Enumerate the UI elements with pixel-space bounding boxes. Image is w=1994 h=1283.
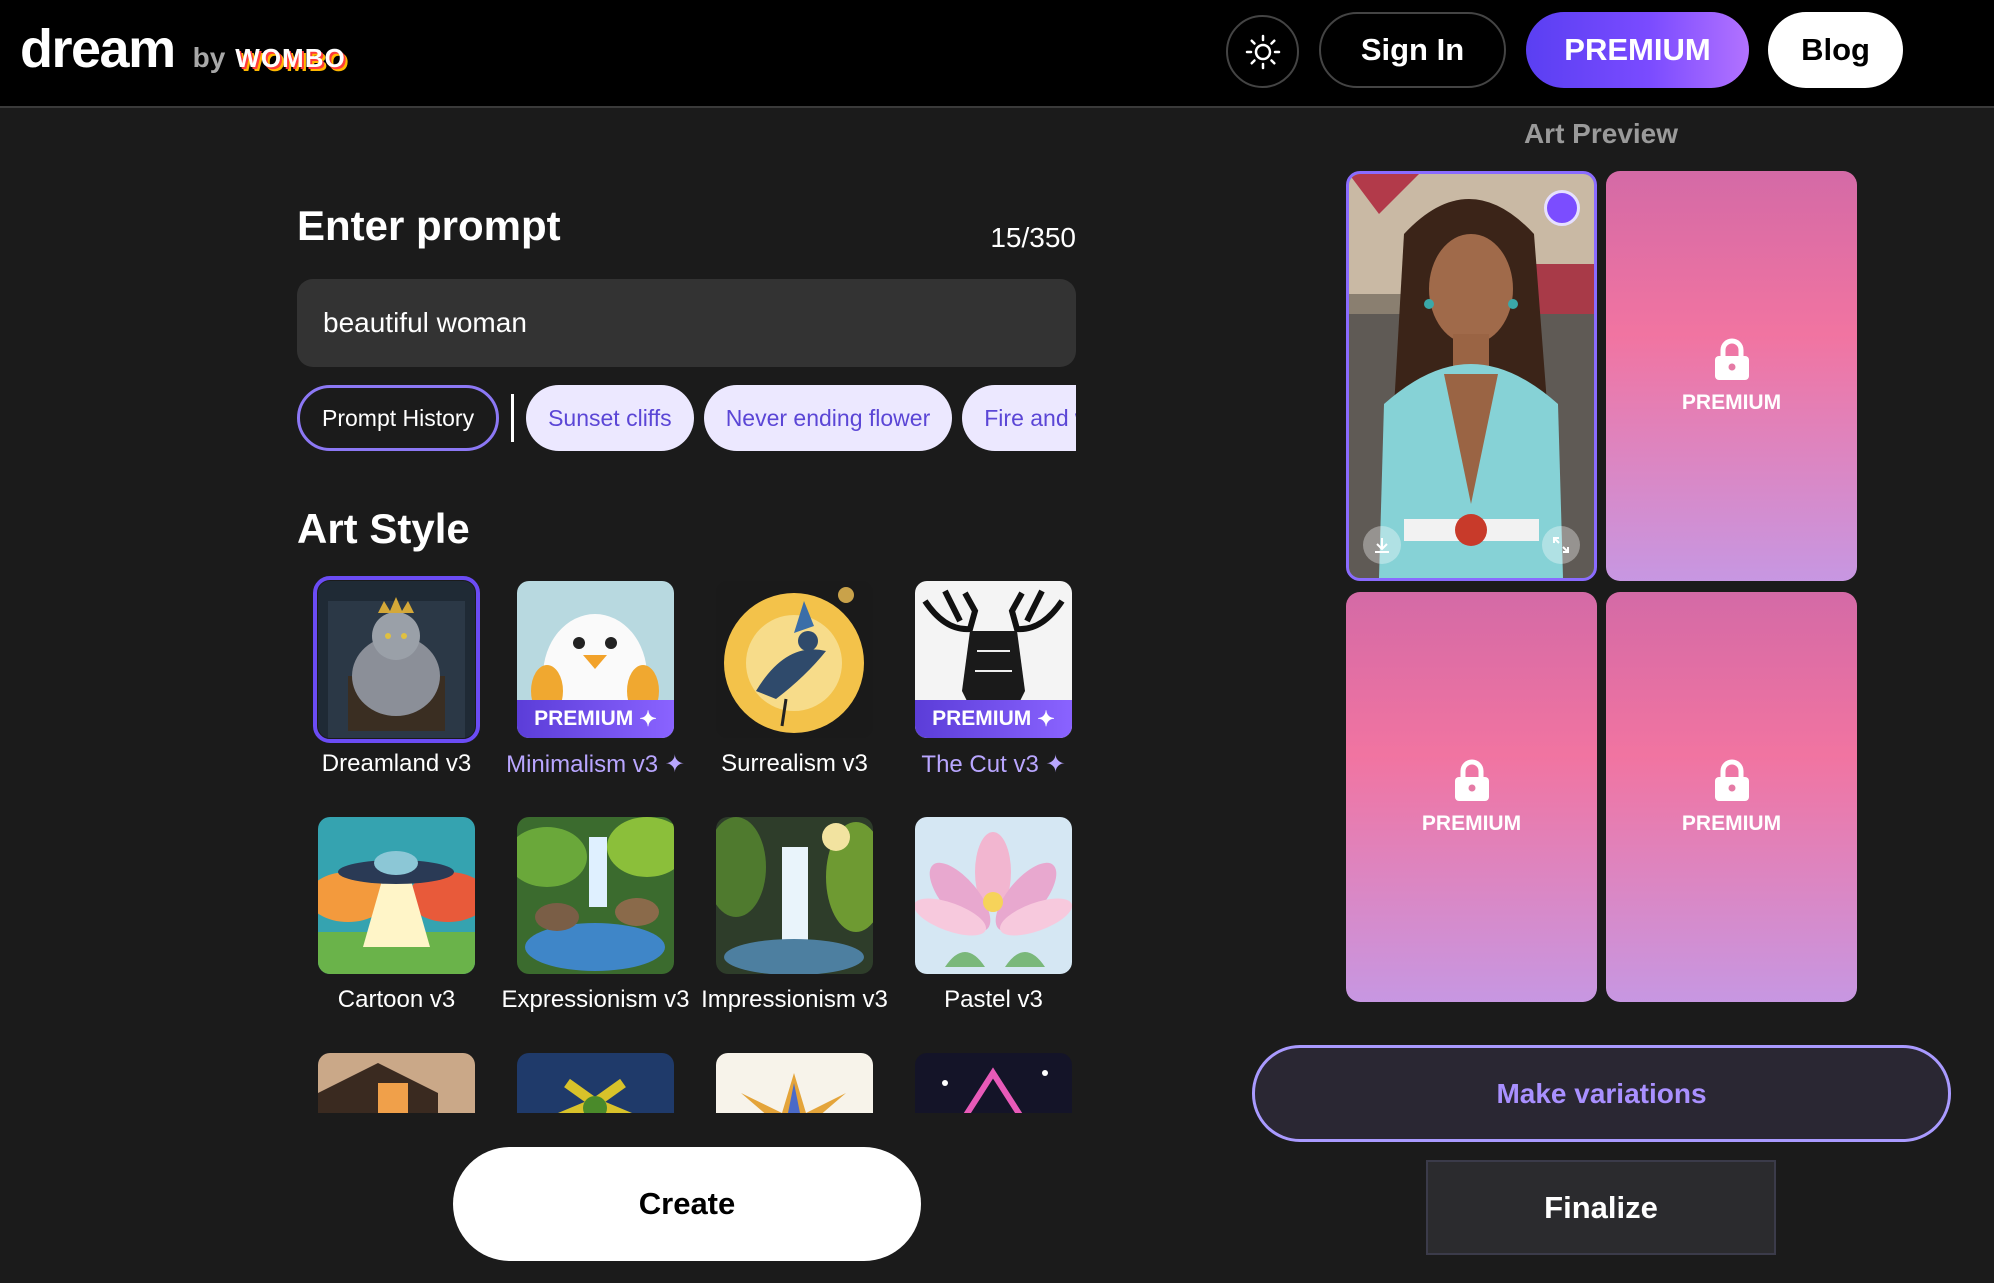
waterfall-image <box>517 817 674 974</box>
style-item-pastel[interactable]: Pastel v3 <box>894 817 1077 1014</box>
style-thumbnail <box>716 817 873 974</box>
sparkle-icon: ✦ <box>1037 707 1055 731</box>
art-style-grid: Dreamland v3 PREMIUM ✦ Minimalism v3 ✦ S… <box>297 575 1077 1113</box>
preview-result-card[interactable] <box>1346 171 1597 581</box>
style-item-expressionism[interactable]: Expressionism v3 <box>496 817 695 1014</box>
lock-icon <box>1454 759 1489 801</box>
style-thumbnail <box>915 1053 1072 1113</box>
logo-by-text: by <box>192 42 226 73</box>
style-thumbnail <box>318 1053 475 1113</box>
logo-wombo-text: WOMBO <box>235 43 346 73</box>
sparkle-icon: ✦ <box>639 707 657 731</box>
style-label: Pastel v3 <box>944 986 1043 1013</box>
style-item-cartoon[interactable]: Cartoon v3 <box>297 817 496 1014</box>
theme-toggle-button[interactable] <box>1226 15 1299 88</box>
suggestion-chip[interactable]: Sunset cliffs <box>526 385 694 451</box>
sun-icon <box>1245 34 1280 69</box>
style-thumbnail <box>517 817 674 974</box>
sign-in-button[interactable]: Sign In <box>1319 12 1506 88</box>
premium-badge-text: PREMIUM <box>932 707 1032 730</box>
style-thumbnail <box>716 1053 873 1113</box>
chip-divider <box>511 394 515 442</box>
lotus-image <box>915 817 1072 974</box>
style-item-row3-3[interactable] <box>695 1053 894 1113</box>
style-label-text: Minimalism v3 <box>506 751 659 778</box>
lock-icon <box>1714 759 1749 801</box>
ufo-image <box>318 817 475 974</box>
style-label: Dreamland v3 <box>321 750 472 777</box>
create-button[interactable]: Create <box>453 1147 921 1261</box>
style-thumbnail: PREMIUM ✦ <box>915 581 1072 738</box>
blog-button[interactable]: Blog <box>1768 12 1903 88</box>
style-label: Impressionism v3 <box>701 986 888 1013</box>
style-label: Surrealism v3 <box>721 750 868 777</box>
make-variations-button[interactable]: Make variations <box>1252 1045 1951 1142</box>
palm-image <box>517 1053 674 1113</box>
premium-badge: PREMIUM ✦ <box>517 700 674 738</box>
art-style-title: Art Style <box>297 505 470 552</box>
locked-premium-label: PREMIUM <box>1681 391 1782 414</box>
style-label: Expressionism v3 <box>501 986 690 1013</box>
locked-premium-label: PREMIUM <box>1681 812 1782 835</box>
forest-waterfall-image <box>716 817 873 974</box>
style-item-dreamland[interactable]: Dreamland v3 <box>297 576 496 778</box>
art-preview-title: Art Preview <box>1523 118 1679 149</box>
style-item-row3-1[interactable] <box>297 1053 496 1113</box>
expand-icon[interactable] <box>1542 526 1580 564</box>
locked-preview-card[interactable]: PREMIUM <box>1606 592 1857 1002</box>
style-thumbnail <box>915 817 1072 974</box>
style-item-impressionism[interactable]: Impressionism v3 <box>695 817 894 1014</box>
style-item-the-cut[interactable]: PREMIUM ✦ The Cut v3 ✦ <box>894 581 1077 779</box>
suggestion-chip[interactable]: Fire and water <box>962 385 1076 451</box>
cafe-image <box>318 1053 475 1113</box>
locked-preview-card[interactable]: PREMIUM <box>1606 171 1857 581</box>
prompt-history-button[interactable]: Prompt History <box>297 385 500 451</box>
style-label: Cartoon v3 <box>337 986 456 1013</box>
locked-preview-card[interactable]: PREMIUM <box>1346 592 1597 1002</box>
prompt-suggestions: Prompt History Sunset cliffs Never endin… <box>297 385 1076 451</box>
top-navbar: dream by WOMBO Sign In PREMIUM Blog <box>0 0 1994 108</box>
burst-image <box>716 1053 873 1113</box>
style-label: The Cut v3 ✦ <box>894 750 1077 779</box>
locked-premium-label: PREMIUM <box>1421 812 1522 835</box>
dream-logo[interactable]: dream by WOMBO <box>20 18 346 80</box>
generated-portrait-image <box>1349 174 1594 578</box>
style-item-row3-4[interactable] <box>894 1053 1077 1113</box>
style-label: Minimalism v3 ✦ <box>496 750 695 779</box>
suggestion-chip[interactable]: Never ending flower <box>703 385 953 451</box>
style-thumbnail <box>318 817 475 974</box>
style-thumbnail: PREMIUM ✦ <box>517 581 674 738</box>
sparkle-icon: ✦ <box>664 751 685 778</box>
style-item-row3-2[interactable] <box>496 1053 695 1113</box>
bird-image <box>716 581 873 738</box>
prism-image <box>915 1053 1072 1113</box>
style-item-minimalism[interactable]: PREMIUM ✦ Minimalism v3 ✦ <box>496 581 695 779</box>
sparkle-icon: ✦ <box>1045 751 1066 778</box>
premium-badge-text: PREMIUM <box>534 707 634 730</box>
select-indicator[interactable] <box>1544 190 1580 226</box>
download-icon[interactable] <box>1363 526 1401 564</box>
style-label-text: The Cut v3 <box>921 751 1039 778</box>
cat-king-image <box>318 581 475 738</box>
premium-button[interactable]: PREMIUM <box>1526 12 1749 88</box>
prompt-input[interactable]: beautiful woman <box>297 279 1076 367</box>
style-thumbnail <box>716 581 873 738</box>
finalize-button[interactable]: Finalize <box>1426 1160 1776 1255</box>
prompt-title: Enter prompt <box>297 202 561 249</box>
lock-icon <box>1714 338 1749 380</box>
logo-dream-text: dream <box>20 19 176 79</box>
style-item-surrealism[interactable]: Surrealism v3 <box>695 581 894 778</box>
style-thumbnail <box>313 576 480 743</box>
style-thumbnail <box>517 1053 674 1113</box>
prompt-char-count: 15/350 <box>990 222 1076 253</box>
premium-badge: PREMIUM ✦ <box>915 700 1072 738</box>
